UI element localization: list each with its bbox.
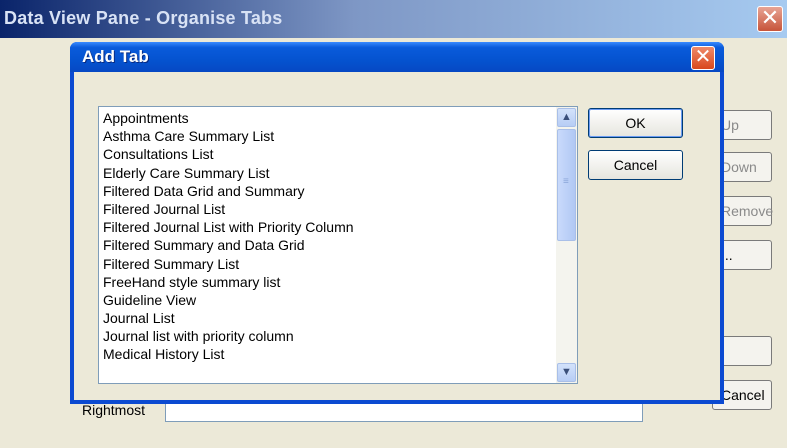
rightmost-label: Rightmost (82, 402, 146, 418)
list-item[interactable]: Filtered Journal List (103, 200, 543, 218)
list-item[interactable]: Filtered Summary List (103, 255, 543, 273)
ok-button[interactable]: OK (588, 108, 683, 138)
list-item[interactable]: Medical History List (103, 345, 543, 363)
list-item[interactable]: Journal List (103, 309, 543, 327)
remove-label: Remove (721, 203, 774, 219)
dialog-title: Add Tab (82, 47, 149, 66)
list-item[interactable]: Filtered Journal List with Priority Colu… (103, 218, 543, 236)
scroll-thumb[interactable]: ≡ (557, 129, 576, 241)
scroll-down-icon: ▼ (561, 366, 572, 378)
tab-listbox[interactable]: Appointments Asthma Care Summary List Co… (98, 106, 578, 384)
dialog-titlebar: Add Tab ✕ (70, 42, 724, 72)
add-tab-dialog: Add Tab ✕ Appointments Asthma Care Summa… (70, 42, 724, 404)
list-item[interactable]: Elderly Care Summary List (103, 164, 543, 182)
tab-list: Appointments Asthma Care Summary List Co… (103, 109, 543, 364)
cancel-label-parent: Cancel (721, 387, 765, 403)
list-item[interactable]: FreeHand style summary list (103, 273, 543, 291)
vertical-scrollbar[interactable]: ▲ ≡ ▼ (556, 107, 577, 383)
scroll-up-button[interactable]: ▲ (557, 108, 576, 127)
cancel-button[interactable]: Cancel (588, 150, 683, 180)
dialog-close-button[interactable]: ✕ (691, 46, 715, 70)
parent-titlebar: Data View Pane - Organise Tabs ✕ (0, 0, 787, 38)
dialog-body: Appointments Asthma Care Summary List Co… (74, 72, 720, 400)
list-item[interactable]: Asthma Care Summary List (103, 127, 543, 145)
close-icon: ✕ (760, 5, 780, 30)
list-item[interactable]: Appointments (103, 109, 543, 127)
parent-window-title: Data View Pane - Organise Tabs (4, 8, 283, 28)
grip-icon: ≡ (563, 176, 569, 187)
list-item[interactable]: Journal list with priority column (103, 327, 543, 345)
scroll-down-button[interactable]: ▼ (557, 363, 576, 382)
list-item[interactable]: Filtered Data Grid and Summary (103, 182, 543, 200)
list-item[interactable]: Filtered Summary and Data Grid (103, 236, 543, 254)
list-item[interactable]: Guideline View (103, 291, 543, 309)
list-item[interactable]: Consultations List (103, 145, 543, 163)
parent-close-button[interactable]: ✕ (757, 6, 783, 32)
move-down-label: Down (721, 159, 757, 175)
scroll-up-icon: ▲ (561, 111, 572, 123)
close-icon: ✕ (694, 46, 712, 68)
